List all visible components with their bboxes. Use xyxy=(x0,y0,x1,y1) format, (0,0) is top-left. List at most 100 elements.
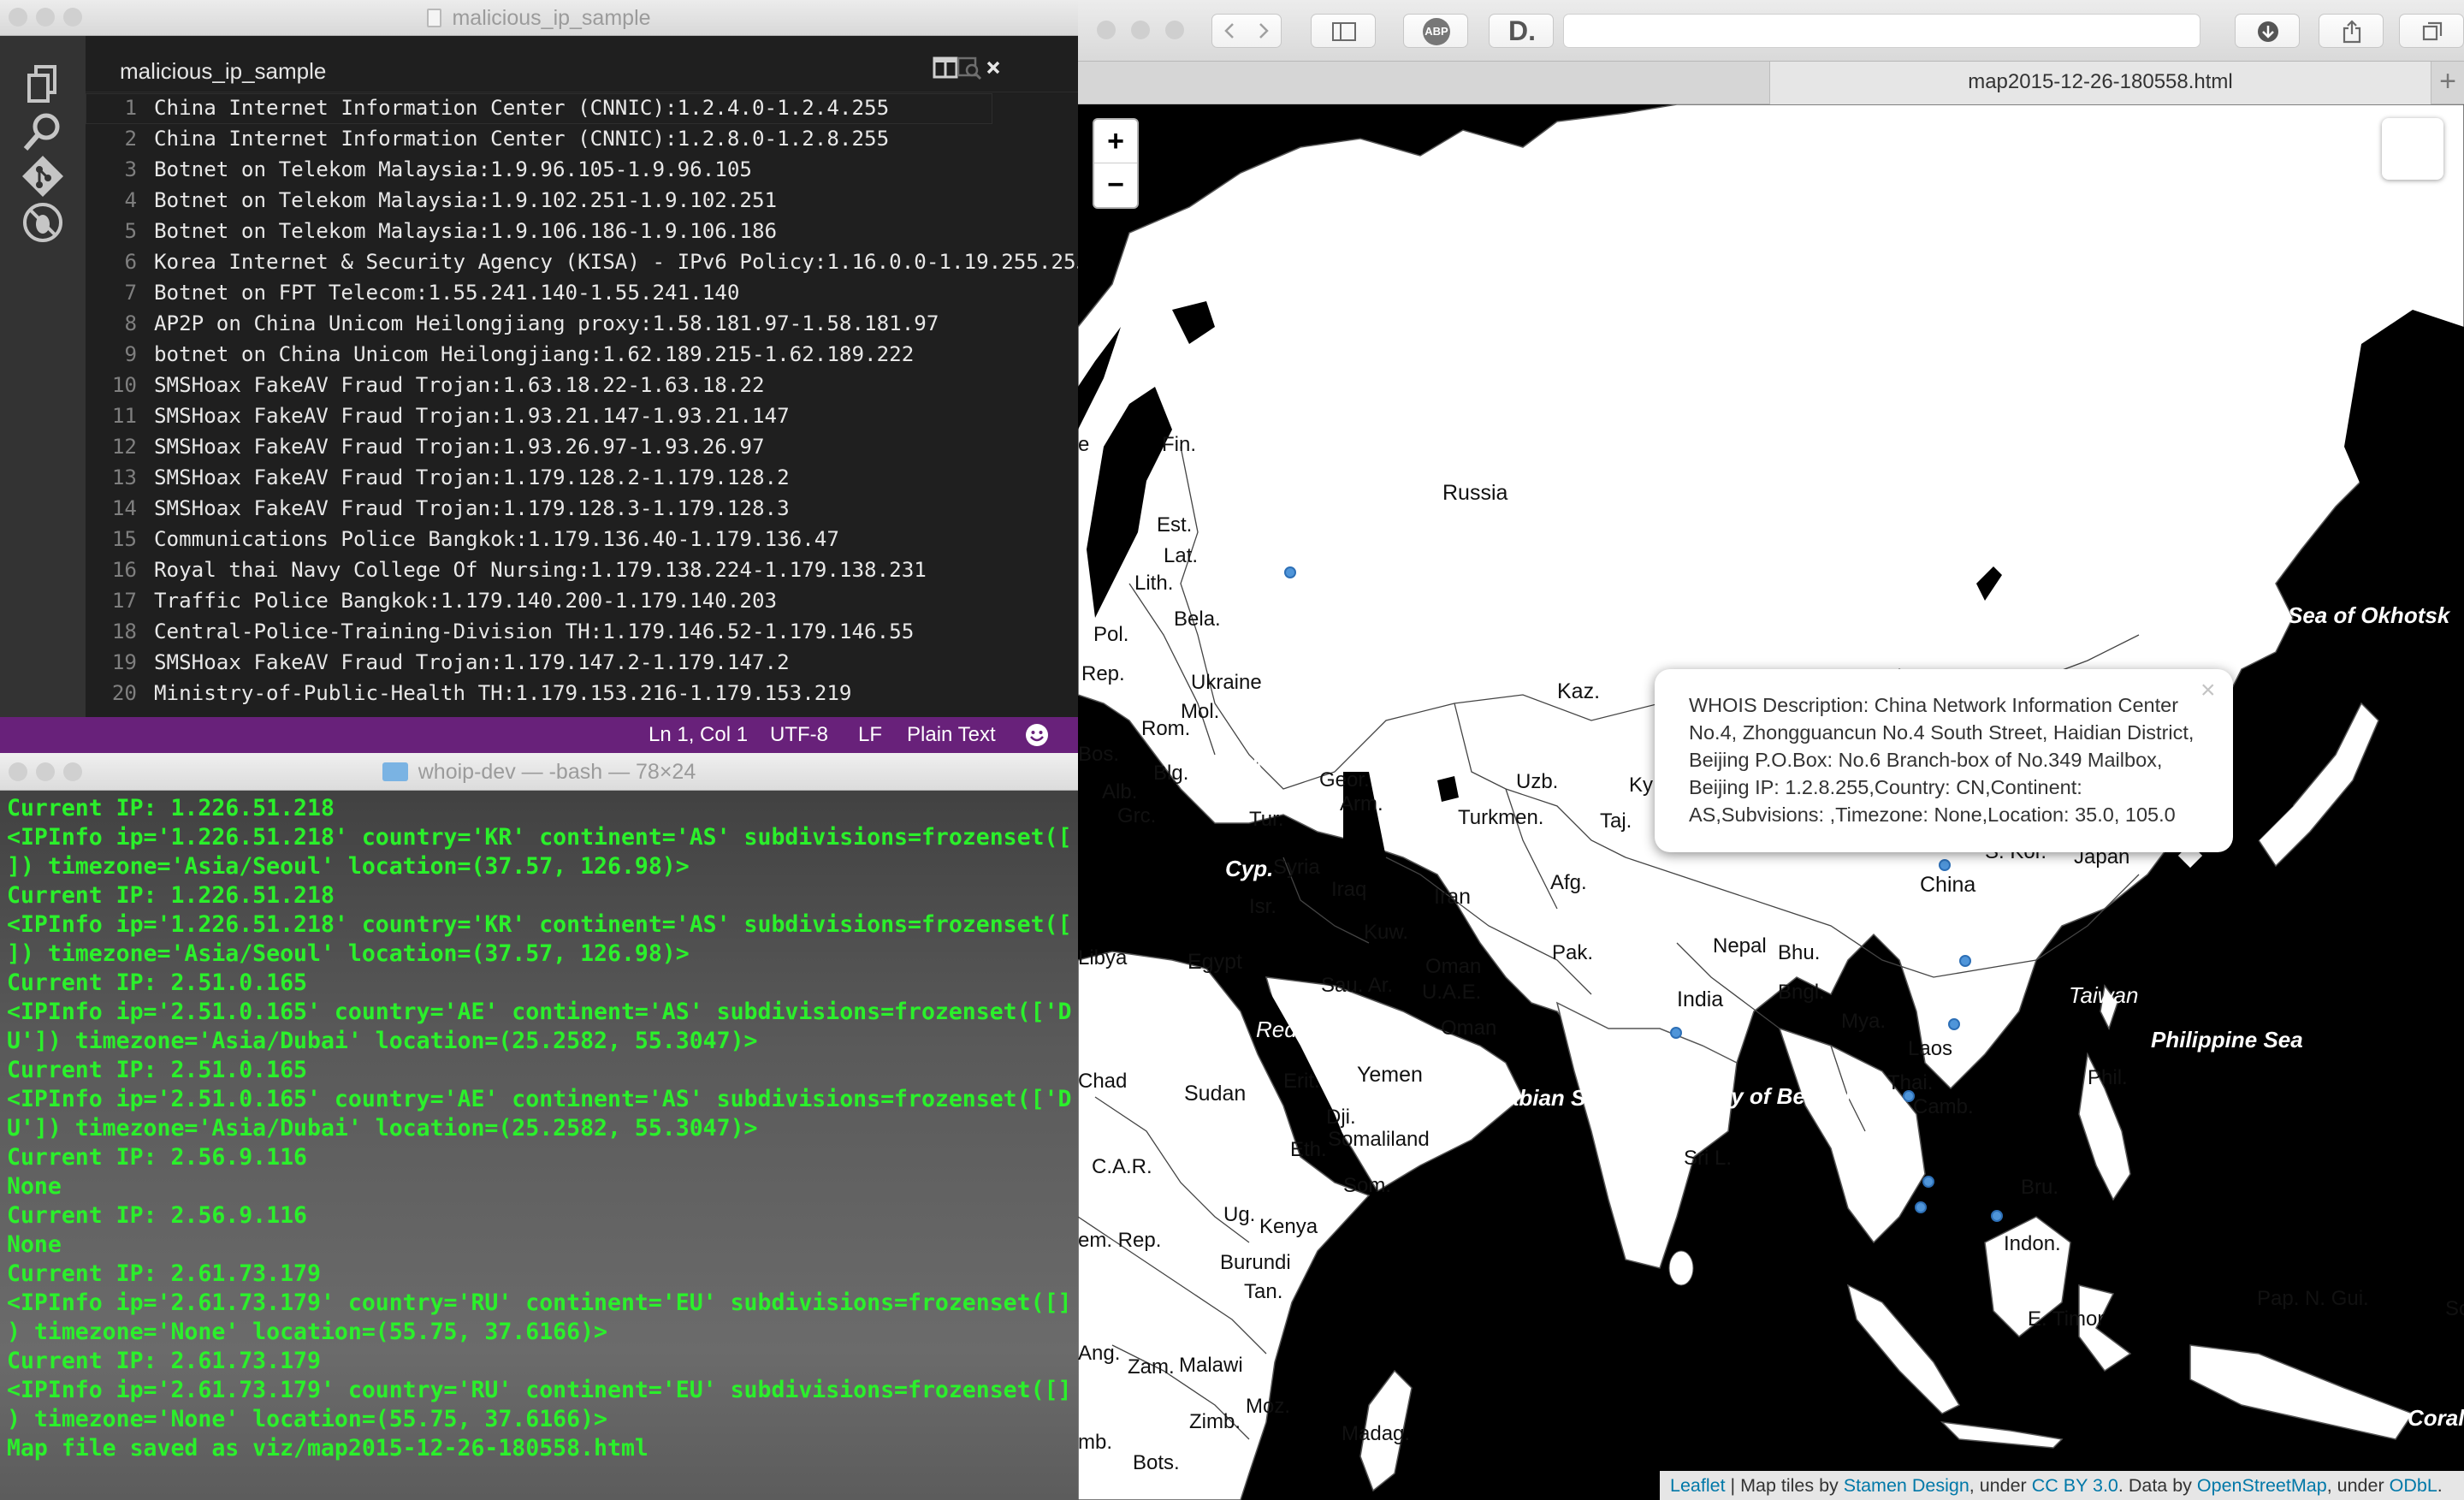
terminal-window: whoip-dev — -bash — 78×24 Current IP: 1.… xyxy=(0,753,1078,1500)
minimize-window-button[interactable] xyxy=(1131,21,1150,39)
close-window-button[interactable] xyxy=(1097,21,1116,39)
osm-link[interactable]: OpenStreetMap xyxy=(2197,1475,2327,1496)
map-label: Egypt xyxy=(1188,950,1242,974)
search-icon[interactable] xyxy=(19,108,67,156)
map-label: U.A.E. xyxy=(1422,981,1482,1004)
code-line: 2 China Internet Information Center (CNNI… xyxy=(86,123,1078,154)
tab-filename[interactable]: malicious_ip_sample xyxy=(120,36,326,92)
map-label: Tur. xyxy=(1249,808,1284,831)
line-number: 18 xyxy=(111,620,137,643)
encoding-indicator[interactable]: UTF-8 xyxy=(770,717,828,753)
eol-indicator[interactable]: LF xyxy=(858,717,882,753)
d-extension-icon: D. xyxy=(1508,15,1536,46)
debug-icon[interactable] xyxy=(19,199,67,246)
map-marker[interactable] xyxy=(1959,955,1971,967)
line-text: SMSHoax FakeAV Fraud Trojan:1.179.147.2-… xyxy=(154,650,790,674)
git-icon[interactable] xyxy=(19,152,67,200)
attribution-text: , under xyxy=(1969,1475,2032,1496)
close-icon[interactable] xyxy=(979,53,1008,82)
map-label: Est. xyxy=(1157,513,1193,537)
code-line: 6 Korea Internet & Security Agency (KISA)… xyxy=(86,246,1078,277)
attribution-text: , under xyxy=(2326,1475,2390,1496)
map-label: e xyxy=(1078,433,1090,456)
terminal-line: Current IP: 2.61.73.179 xyxy=(7,1260,321,1287)
language-indicator[interactable]: Plain Text xyxy=(907,717,996,753)
map-label: Coral xyxy=(2408,1405,2464,1431)
status-bar: Ln 1, Col 1 UTF-8 LF Plain Text xyxy=(0,717,1078,753)
map-marker[interactable] xyxy=(1948,1018,1960,1030)
map-label: Cyp. xyxy=(1225,856,1274,881)
map-marker[interactable] xyxy=(1903,1090,1915,1102)
line-text: Botnet on Telekom Malaysia:1.9.102.251-1… xyxy=(154,188,778,212)
whois-popup: × WHOIS Description: China Network Infor… xyxy=(1655,669,2233,852)
line-number: 10 xyxy=(111,373,137,397)
tab-overview-button[interactable] xyxy=(2399,14,2464,48)
new-tab-button[interactable]: + xyxy=(2431,62,2464,104)
map-marker[interactable] xyxy=(1939,859,1951,871)
layers-control[interactable] xyxy=(2382,118,2443,180)
browser-toolbar: ABP D. xyxy=(1078,0,2464,62)
terminal-line: Current IP: 1.226.51.218 xyxy=(7,795,335,821)
map-label: Dji. xyxy=(1326,1106,1356,1129)
line-number: 8 xyxy=(124,311,137,335)
map-label: Pap. N. Gui. xyxy=(2257,1287,2369,1310)
explorer-icon[interactable] xyxy=(19,62,67,110)
code-editor[interactable]: 1 China Internet Information Center (CNNI… xyxy=(86,92,1078,717)
terminal-titlebar: whoip-dev — -bash — 78×24 xyxy=(0,753,1078,791)
zoom-control: + − xyxy=(1093,118,1139,209)
map-marker[interactable] xyxy=(1915,1201,1927,1213)
map-marker[interactable] xyxy=(1991,1210,2003,1222)
share-button[interactable] xyxy=(2319,14,2384,48)
sidebar-button[interactable] xyxy=(1311,14,1376,48)
line-number: 4 xyxy=(124,188,137,212)
zoom-in-button[interactable]: + xyxy=(1094,120,1137,163)
terminal-window-title: whoip-dev — -bash — 78×24 xyxy=(0,753,1078,791)
adblock-button[interactable]: ABP xyxy=(1403,14,1468,48)
back-icon[interactable] xyxy=(1221,21,1240,40)
terminal-line: None xyxy=(7,1173,62,1200)
tab-map-file[interactable]: map2015-12-26-180558.html xyxy=(1769,62,2431,104)
map-label: Som. xyxy=(1343,1174,1392,1197)
line-number: 16 xyxy=(111,558,137,582)
map-label: So xyxy=(2445,1297,2464,1320)
map-label: Yemen xyxy=(1357,1063,1423,1087)
d-extension-button[interactable]: D. xyxy=(1489,14,1554,48)
cursor-position[interactable]: Ln 1, Col 1 xyxy=(649,717,748,753)
code-line: 19 SMSHoax FakeAV Fraud Trojan:1.179.147.… xyxy=(86,647,1078,678)
line-number: 13 xyxy=(111,465,137,489)
code-line: 4 Botnet on Telekom Malaysia:1.9.102.251-… xyxy=(86,185,1078,216)
terminal-line: ) timezone='None' location=(55.75, 37.61… xyxy=(7,1406,607,1432)
downloads-button[interactable] xyxy=(2235,14,2300,48)
map-marker[interactable] xyxy=(1670,1027,1682,1039)
stamen-link[interactable]: Stamen Design xyxy=(1844,1475,1969,1496)
map-marker[interactable] xyxy=(1284,566,1296,578)
map-label: Sudan xyxy=(1184,1082,1247,1106)
terminal-line: <IPInfo ip='1.226.51.218' country='KR' c… xyxy=(7,824,1072,851)
line-text: Botnet on Telekom Malaysia:1.9.106.186-1… xyxy=(154,219,778,243)
terminal-line: <IPInfo ip='2.51.0.165' country='AE' con… xyxy=(7,1086,1072,1112)
terminal-output[interactable]: Current IP: 1.226.51.218 <IPInfo ip='1.2… xyxy=(0,794,1078,1500)
download-icon xyxy=(2258,21,2278,42)
cc-by-link[interactable]: CC BY 3.0 xyxy=(2032,1475,2118,1496)
forward-icon[interactable] xyxy=(1253,21,1272,40)
code-line: 3 Botnet on Telekom Malaysia:1.9.96.105-1… xyxy=(86,154,1078,185)
map-label: Phil. xyxy=(2088,1066,2128,1089)
map-label: Isr. xyxy=(1249,895,1277,918)
line-number: 11 xyxy=(111,404,137,428)
zoom-window-button[interactable] xyxy=(1165,21,1184,39)
zoom-out-button[interactable]: − xyxy=(1094,163,1137,207)
line-text: AP2P on China Unicom Heilongjiang proxy:… xyxy=(154,311,939,335)
code-line: 20 Ministry-of-Public-Health TH:1.179.153… xyxy=(86,678,1078,708)
leaflet-link[interactable]: Leaflet xyxy=(1670,1475,1726,1496)
attribution-text: . xyxy=(2437,1475,2443,1496)
smiley-icon[interactable] xyxy=(1025,723,1049,747)
map-marker[interactable] xyxy=(1922,1176,1934,1188)
line-text: Botnet on FPT Telecom:1.55.241.140-1.55.… xyxy=(154,281,740,305)
sri-lanka xyxy=(1668,1250,1694,1286)
odbl-link[interactable]: ODbL xyxy=(2390,1475,2437,1496)
map-label: Pol. xyxy=(1093,623,1129,646)
address-bar[interactable] xyxy=(1563,14,2200,48)
leaflet-map[interactable]: e Fin. Russia Est. Lat. Lith. Bela. Pol.… xyxy=(1078,104,2464,1500)
map-label: Alb. xyxy=(1102,780,1138,803)
code-line: 16 Royal thai Navy College Of Nursing:1.1… xyxy=(86,554,1078,585)
